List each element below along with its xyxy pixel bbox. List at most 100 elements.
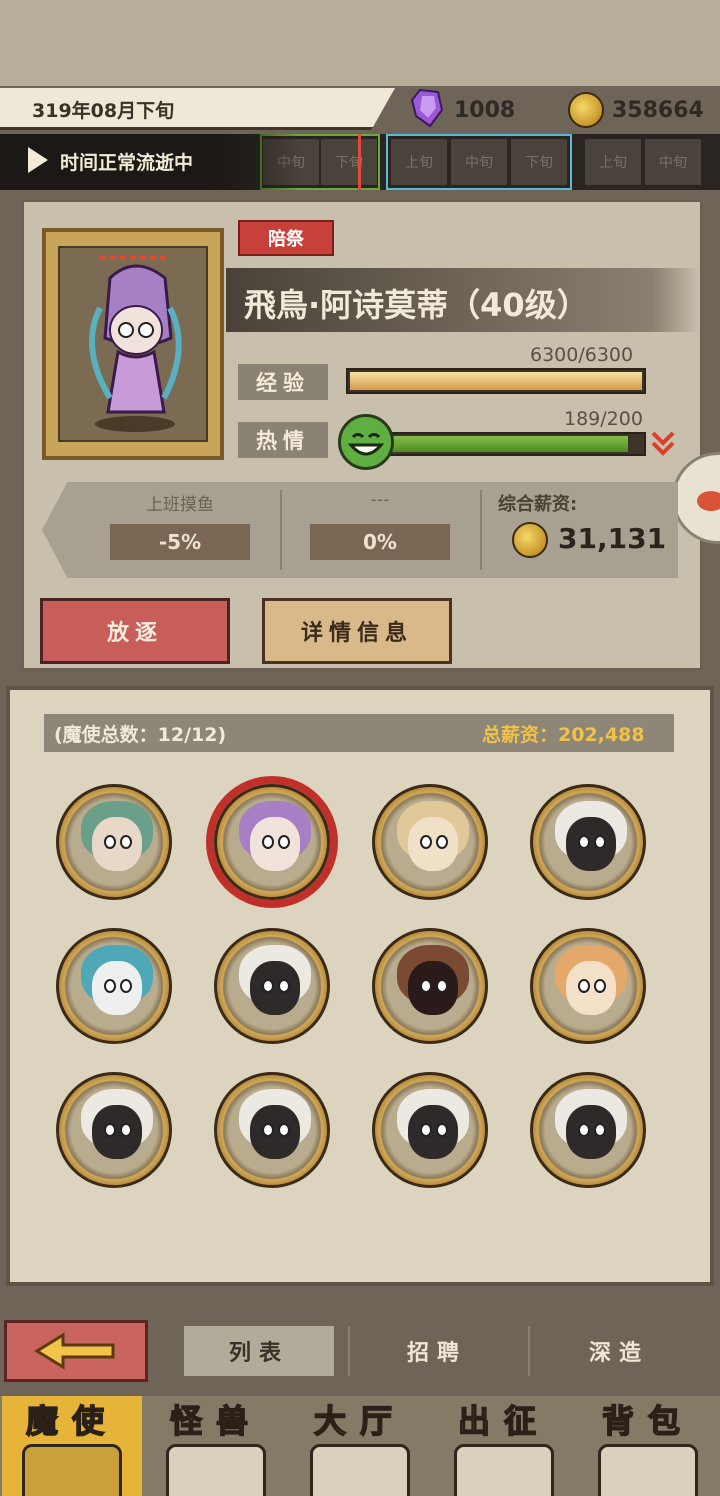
timeline-cell: 中旬 bbox=[644, 138, 702, 186]
avatar-eye bbox=[104, 1123, 116, 1137]
avatar-eye bbox=[262, 979, 274, 993]
stats-divider bbox=[480, 490, 482, 570]
gold-count: 358664 bbox=[612, 98, 704, 123]
avatar-face bbox=[92, 817, 142, 871]
timeline-cell: 上旬 bbox=[584, 138, 642, 186]
gem-count: 1008 bbox=[454, 98, 516, 123]
role-tag: 陪祭 bbox=[238, 220, 334, 256]
avatar-eye bbox=[578, 979, 590, 993]
date-label: 319年08月下旬 bbox=[32, 100, 175, 122]
monster-icon bbox=[166, 1444, 266, 1496]
exp-bar-fill bbox=[350, 372, 642, 390]
gold-coin-icon bbox=[568, 92, 604, 128]
avatar-face bbox=[92, 961, 142, 1015]
arrow-left-icon bbox=[34, 1332, 115, 1370]
avatar-face bbox=[566, 961, 616, 1015]
nav-label: 怪兽 bbox=[169, 1401, 262, 1441]
expedition-icon bbox=[454, 1444, 554, 1496]
avatar-face bbox=[92, 1105, 142, 1159]
roster-count: (魔使总数：12/12) bbox=[54, 724, 227, 746]
avatar-face bbox=[408, 817, 458, 871]
time-status: 时间正常流逝中 bbox=[60, 152, 194, 174]
back-button[interactable] bbox=[4, 1320, 148, 1382]
avatar-eye bbox=[278, 1123, 290, 1137]
tab-recruit[interactable]: 招聘 bbox=[362, 1326, 512, 1376]
roster-avatar[interactable] bbox=[56, 1072, 172, 1188]
avatar-face bbox=[250, 961, 300, 1015]
avatar-eye bbox=[420, 1123, 432, 1137]
avatar-face bbox=[566, 1105, 616, 1159]
roster-avatar[interactable] bbox=[372, 928, 488, 1044]
avatar-eye bbox=[278, 979, 290, 993]
nav-demon[interactable]: 魔使 bbox=[2, 1396, 142, 1496]
play-icon[interactable] bbox=[28, 147, 48, 173]
avatar-eye bbox=[104, 835, 116, 849]
avatar-eye bbox=[594, 1123, 606, 1137]
avatar-eye bbox=[104, 979, 116, 993]
roster-avatar[interactable] bbox=[214, 784, 330, 900]
roster-avatar[interactable] bbox=[214, 928, 330, 1044]
avatar-eye bbox=[436, 835, 448, 849]
avatar-face bbox=[408, 1105, 458, 1159]
nav-label: 出征 bbox=[457, 1401, 550, 1441]
nav-monster[interactable]: 怪兽 bbox=[146, 1396, 286, 1496]
stat2-label: --- bbox=[370, 490, 390, 510]
avatar-eye bbox=[578, 1123, 590, 1137]
roster-avatar[interactable] bbox=[56, 784, 172, 900]
passion-bar-fill bbox=[384, 436, 628, 452]
character-name: 飛鳥·阿诗莫蒂（40级） bbox=[244, 286, 589, 324]
nav-expedition[interactable]: 出征 bbox=[434, 1396, 574, 1496]
salary-label: 综合薪资: bbox=[498, 494, 578, 515]
fish-icon bbox=[697, 491, 720, 511]
avatar-eye bbox=[278, 835, 290, 849]
skull-icon bbox=[22, 1444, 122, 1496]
roster-avatar[interactable] bbox=[214, 1072, 330, 1188]
gold-coin-icon bbox=[512, 522, 548, 558]
roster-avatar[interactable] bbox=[372, 784, 488, 900]
character-portrait[interactable] bbox=[58, 246, 208, 442]
avatar-eye bbox=[262, 1123, 274, 1137]
exp-label: 经验 bbox=[238, 364, 328, 400]
roster-avatar[interactable] bbox=[530, 1072, 646, 1188]
exp-value: 6300/6300 bbox=[530, 344, 634, 366]
time-cursor bbox=[358, 134, 361, 190]
avatar-eye bbox=[420, 979, 432, 993]
avatar-eye bbox=[578, 835, 590, 849]
stats-divider bbox=[280, 490, 282, 570]
avatar-eye bbox=[120, 1123, 132, 1137]
roster-avatar[interactable] bbox=[56, 928, 172, 1044]
nav-backpack[interactable]: 背包 bbox=[578, 1396, 718, 1496]
nav-hall[interactable]: 大厅 bbox=[290, 1396, 430, 1496]
roster-total-salary: 总薪资：202,488 bbox=[482, 724, 645, 746]
passion-value: 189/200 bbox=[564, 408, 643, 430]
month-group-next bbox=[386, 134, 572, 190]
roster-avatar[interactable] bbox=[530, 928, 646, 1044]
backpack-icon bbox=[598, 1444, 698, 1496]
tab-list[interactable]: 列表 bbox=[184, 1326, 334, 1376]
details-button[interactable]: 详情信息 bbox=[262, 598, 452, 664]
stat1-label: 上班摸鱼 bbox=[146, 495, 214, 515]
roster-avatar[interactable] bbox=[372, 1072, 488, 1188]
avatar-eye bbox=[120, 979, 132, 993]
nav-label: 大厅 bbox=[313, 1401, 406, 1441]
nav-label: 背包 bbox=[601, 1401, 694, 1441]
roster-avatar[interactable] bbox=[530, 784, 646, 900]
tab-divider bbox=[348, 1326, 350, 1376]
avatar-eye bbox=[436, 979, 448, 993]
avatar-eye bbox=[262, 835, 274, 849]
tab-divider bbox=[528, 1326, 530, 1376]
hall-icon bbox=[310, 1444, 410, 1496]
avatar-eye bbox=[436, 1123, 448, 1137]
top-paper-edge bbox=[0, 0, 720, 86]
avatar-face bbox=[250, 817, 300, 871]
avatar-eye bbox=[120, 835, 132, 849]
passion-label: 热情 bbox=[238, 422, 328, 458]
avatar-eye bbox=[594, 835, 606, 849]
avatar-eye bbox=[420, 835, 432, 849]
tab-deep[interactable]: 深造 bbox=[544, 1326, 694, 1376]
exile-button[interactable]: 放逐 bbox=[40, 598, 230, 664]
avatar-face bbox=[566, 817, 616, 871]
gem-icon bbox=[410, 88, 444, 128]
stat1-value: -5% bbox=[110, 524, 250, 560]
nav-label: 魔使 bbox=[25, 1401, 118, 1441]
